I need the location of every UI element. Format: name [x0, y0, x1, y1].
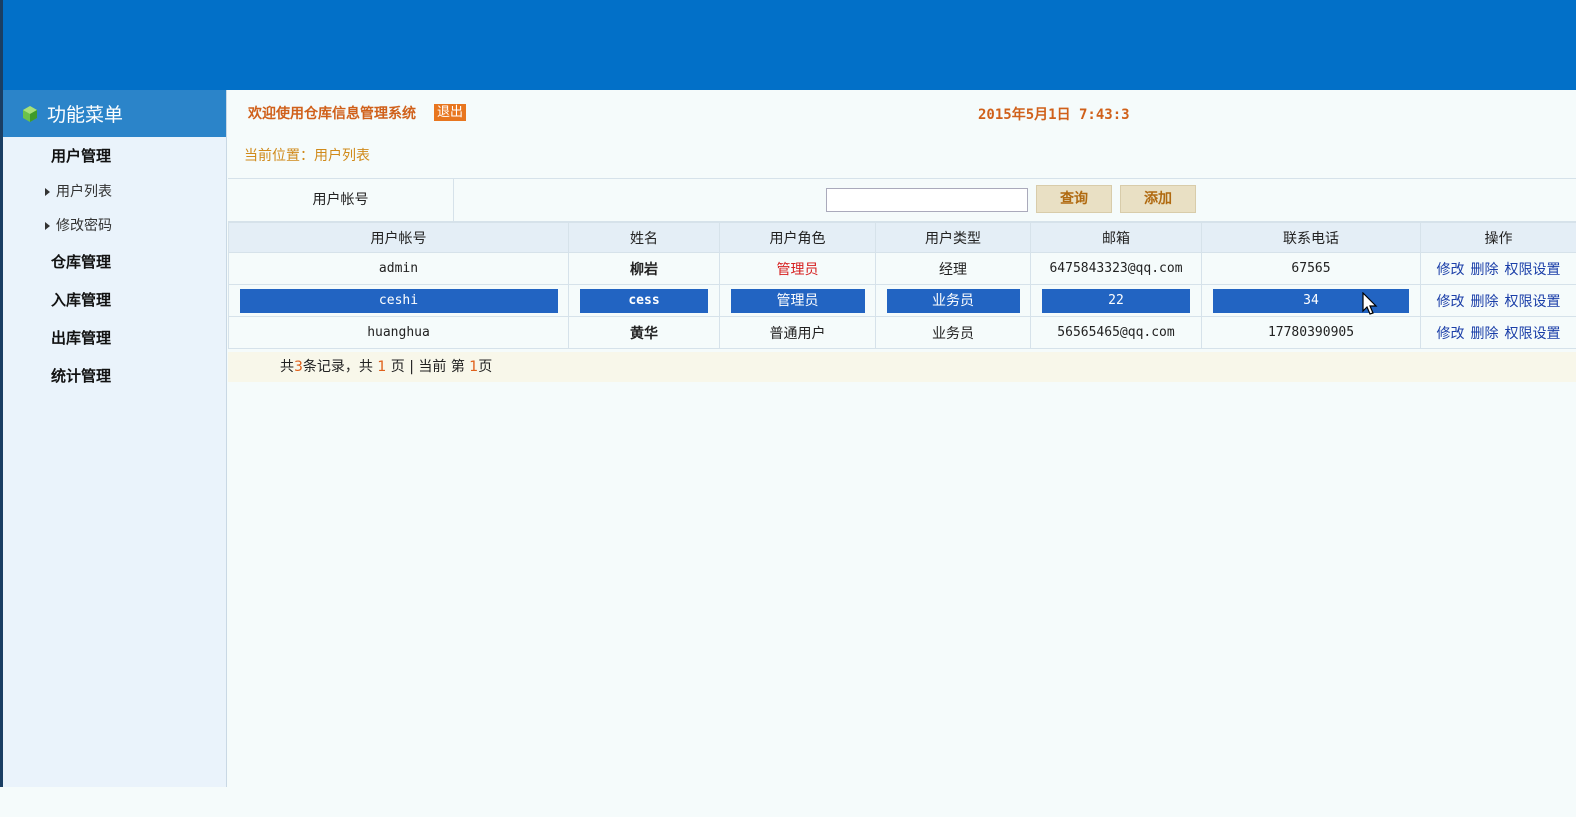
total-records: 3: [294, 359, 303, 375]
query-button[interactable]: 查询: [1036, 185, 1112, 213]
cell-email: 6475843323@qq.com: [1030, 252, 1202, 285]
cell-role: 普通用户: [719, 316, 876, 349]
menu-item-label: 修改密码: [56, 218, 112, 234]
add-button[interactable]: 添加: [1120, 185, 1196, 213]
cell-name: 柳岩: [568, 252, 720, 285]
menu-group-inbound[interactable]: 入库管理: [3, 281, 226, 319]
breadcrumb: 当前位置：用户列表: [244, 148, 370, 164]
delete-link[interactable]: 删除: [1471, 326, 1499, 342]
triangle-right-icon: [45, 222, 50, 230]
cell-actions: 修改 删除 权限设置: [1420, 252, 1576, 285]
selection-highlight: 22: [1042, 288, 1190, 313]
cell-email: 56565465@qq.com: [1030, 316, 1202, 349]
table-row: admin 柳岩 管理员 经理 6475843323@qq.com 67565 …: [228, 252, 1576, 285]
permission-link[interactable]: 权限设置: [1505, 326, 1561, 342]
total-pages: 1: [377, 359, 387, 375]
sidebar-header: 功能菜单: [3, 90, 226, 137]
user-table: 用户帐号 姓名 用户角色 用户类型 邮箱 联系电话 操作 admin 柳岩 管理…: [228, 222, 1576, 349]
table-row: huanghua 黄华 普通用户 业务员 56565465@qq.com 177…: [228, 316, 1576, 349]
cell-account: admin: [228, 252, 569, 285]
logout-button[interactable]: 退出: [434, 104, 467, 121]
pager-text: 条记录，共: [302, 359, 373, 375]
cell-account: huanghua: [228, 316, 569, 349]
column-header: 用户帐号: [228, 222, 569, 253]
menu-group-outbound[interactable]: 出库管理: [3, 319, 226, 357]
permission-link[interactable]: 权限设置: [1505, 262, 1561, 278]
welcome-text: 欢迎使用仓库信息管理系统: [248, 105, 416, 122]
column-header: 用户角色: [719, 222, 876, 253]
selection-highlight: 业务员: [886, 288, 1020, 313]
top-banner: [0, 0, 1576, 90]
selection-highlight: ceshi: [239, 288, 558, 313]
table-header-row: 用户帐号 姓名 用户角色 用户类型 邮箱 联系电话 操作: [228, 222, 1576, 253]
cell-actions: 修改 删除 权限设置: [1420, 284, 1576, 317]
search-row: 用户帐号 查询 添加: [228, 178, 1576, 222]
cell-type: 业务员: [875, 316, 1031, 349]
menu-item-label: 用户列表: [56, 184, 112, 200]
sidebar: 功能菜单 用户管理 用户列表 修改密码 仓库管理 入库管理 出库管理 统计管理: [3, 90, 227, 787]
welcome-bar: 欢迎使用仓库信息管理系统 退出 2015年5月1日 7:43:3: [228, 90, 1576, 135]
cell-account: ceshi: [228, 284, 569, 317]
search-label: 用户帐号: [228, 179, 454, 221]
cell-role: 管理员: [719, 252, 876, 285]
edit-link[interactable]: 修改: [1437, 326, 1465, 342]
pager-text: 页 | 当前 第: [390, 359, 465, 375]
menu-group-statistics[interactable]: 统计管理: [3, 357, 226, 395]
selection-highlight: cess: [580, 288, 708, 313]
cube-icon: [23, 105, 37, 122]
edit-link[interactable]: 修改: [1437, 294, 1465, 310]
mouse-cursor-icon: [1362, 292, 1378, 315]
cell-actions: 修改 删除 权限设置: [1420, 316, 1576, 349]
cell-phone: 67565: [1201, 252, 1421, 285]
selection-highlight: 管理员: [730, 288, 865, 313]
search-input[interactable]: [826, 188, 1028, 212]
menu-group-user[interactable]: 用户管理: [3, 137, 226, 175]
column-header: 用户类型: [875, 222, 1031, 253]
pager-text: 页: [478, 359, 493, 375]
menu-item-user-list[interactable]: 用户列表: [3, 175, 226, 209]
cell-name: cess: [568, 284, 720, 317]
bottom-strip: [0, 787, 228, 817]
cell-phone: 34: [1201, 284, 1421, 317]
pager-text: 共: [280, 359, 294, 375]
cell-type: 经理: [875, 252, 1031, 285]
cell-role: 管理员: [719, 284, 876, 317]
pagination: 共3条记录，共 1 页 | 当前 第 1页: [228, 352, 1576, 382]
delete-link[interactable]: 删除: [1471, 294, 1499, 310]
triangle-right-icon: [45, 188, 50, 196]
cell-name: 黄华: [568, 316, 720, 349]
permission-link[interactable]: 权限设置: [1505, 294, 1561, 310]
sidebar-title: 功能菜单: [47, 104, 124, 126]
column-header: 邮箱: [1030, 222, 1202, 253]
datetime: 2015年5月1日 7:43:3: [978, 107, 1130, 123]
column-header: 联系电话: [1201, 222, 1421, 253]
edit-link[interactable]: 修改: [1437, 262, 1465, 278]
menu-group-warehouse[interactable]: 仓库管理: [3, 243, 226, 281]
delete-link[interactable]: 删除: [1471, 262, 1499, 278]
main-content: 欢迎使用仓库信息管理系统 退出 2015年5月1日 7:43:3 当前位置：用户…: [228, 90, 1576, 382]
cell-phone: 17780390905: [1201, 316, 1421, 349]
cell-email: 22: [1030, 284, 1202, 317]
column-header: 姓名: [568, 222, 720, 253]
column-header: 操作: [1420, 222, 1576, 253]
menu-item-change-password[interactable]: 修改密码: [3, 209, 226, 243]
current-page: 1: [469, 359, 479, 375]
selection-highlight: 34: [1213, 288, 1409, 313]
cell-type: 业务员: [875, 284, 1031, 317]
